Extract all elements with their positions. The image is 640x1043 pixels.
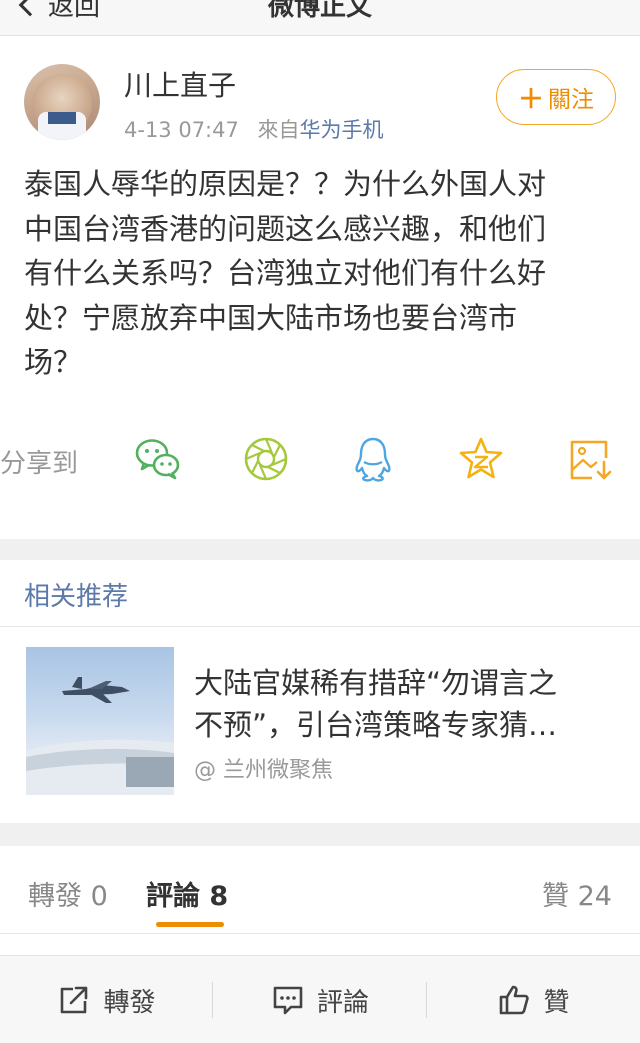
- qzone-icon[interactable]: [456, 434, 506, 484]
- comment-label: 評論: [316, 987, 369, 1018]
- plus-icon: ＋: [517, 84, 544, 115]
- username[interactable]: 川上直子: [124, 64, 236, 104]
- qq-icon[interactable]: [348, 434, 398, 484]
- tab-like[interactable]: 贊 24: [542, 874, 612, 913]
- follow-button[interactable]: ＋ 關注: [496, 69, 616, 125]
- repost-button[interactable]: 轉發: [0, 956, 213, 1043]
- share-out-icon: [61, 986, 88, 1014]
- related-title: 相关推荐: [24, 582, 129, 612]
- save-image-icon[interactable]: [566, 434, 616, 484]
- repost-label: 轉發: [103, 987, 156, 1018]
- like-label: 贊: [543, 987, 570, 1018]
- active-tab-indicator: [156, 922, 224, 927]
- related-headline: 大陆官媒稀有措辞“勿谓言之 不预”，引台湾策略专家猜…: [194, 662, 614, 746]
- source-prefix: 來自: [257, 118, 300, 142]
- follow-label: 關注: [548, 87, 594, 113]
- post-text-line: 中国台湾香港的问题这么感兴趣，和他们: [24, 211, 547, 246]
- fighter-jet-image: [26, 677, 174, 795]
- related-thumbnail: [26, 647, 174, 795]
- tab-repost[interactable]: 轉發 0: [28, 874, 108, 913]
- top-nav-bar: 返回 微博正文: [0, 0, 640, 36]
- comment-button[interactable]: 評論: [213, 956, 427, 1043]
- tab-comment[interactable]: 評論 8: [146, 874, 228, 913]
- thumbs-up-icon: [500, 985, 530, 1015]
- avatar[interactable]: [24, 64, 100, 140]
- bottom-toolbar: 轉發 評論 贊: [0, 955, 640, 1043]
- wechat-icon[interactable]: [133, 434, 183, 484]
- section-divider: [0, 539, 640, 560]
- moments-icon[interactable]: [241, 434, 291, 484]
- post-text-line: 泰国人辱华的原因是？？为什么外国人对: [24, 167, 547, 201]
- page-title: 微博正文: [267, 0, 372, 22]
- post-text-line: 处？宁愿放弃中国大陆市场也要台湾市: [24, 300, 518, 335]
- like-button[interactable]: 贊: [427, 956, 640, 1043]
- source-link[interactable]: 华为手机: [300, 118, 384, 142]
- share-label: 分享到: [0, 449, 79, 479]
- divider: [0, 626, 640, 627]
- post-time: 4-13 07:47: [124, 118, 239, 142]
- post-text-line: 场？: [24, 345, 83, 379]
- headline-line: 不预”，引台湾策略专家猜…: [194, 708, 558, 742]
- related-source: @ 兰州微聚焦: [194, 758, 333, 783]
- post-meta: 4-13 07:47 來自华为手机: [124, 114, 384, 144]
- share-row: 分享到: [0, 430, 640, 492]
- interaction-tabs: 轉發 0 評論 8 贊 24: [0, 846, 640, 934]
- headline-line: 大陆官媒稀有措辞“勿谓言之: [194, 666, 558, 700]
- section-divider: [0, 823, 640, 846]
- post-body: 泰国人辱华的原因是？？为什么外国人对 中国台湾香港的问题这么感兴趣，和他们 有什…: [24, 162, 624, 385]
- post-text-line: 有什么关系吗？台湾独立对他们有什么好: [24, 256, 547, 290]
- weibo-detail-page: 返回 微博正文 川上直子 4-13 07:47 來自华为手机 ＋ 關注 泰国人辱…: [0, 0, 640, 1043]
- comment-icon: [273, 986, 303, 1015]
